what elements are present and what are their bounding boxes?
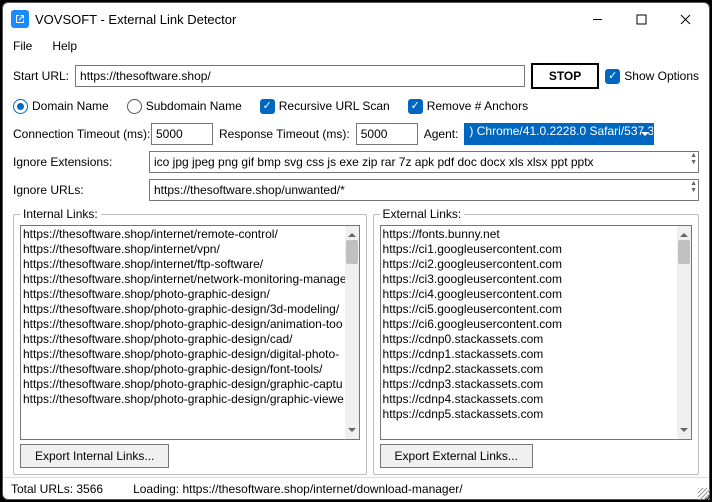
- list-item[interactable]: https://cdnp3.stackassets.com: [383, 377, 679, 392]
- list-item[interactable]: https://cdnp1.stackassets.com: [383, 347, 679, 362]
- list-item[interactable]: https://thesoftware.shop/internet/networ…: [23, 272, 347, 287]
- menu-help[interactable]: Help: [48, 37, 81, 55]
- ignore-ext-input[interactable]: [149, 151, 699, 173]
- ignore-urls-input[interactable]: [149, 179, 699, 201]
- agent-label: Agent:: [424, 127, 459, 141]
- spinner-icon[interactable]: ▲▼: [690, 180, 697, 194]
- checkbox-icon: [605, 69, 620, 84]
- stop-button[interactable]: STOP: [531, 63, 599, 89]
- remove-anchors-checkbox[interactable]: Remove # Anchors: [408, 99, 528, 114]
- list-item[interactable]: https://cdnp0.stackassets.com: [383, 332, 679, 347]
- list-item[interactable]: https://thesoftware.shop/photo-graphic-d…: [23, 362, 347, 377]
- export-internal-button[interactable]: Export Internal Links...: [20, 444, 169, 468]
- conn-timeout-input[interactable]: [151, 123, 213, 145]
- list-item[interactable]: https://ci4.googleusercontent.com: [383, 287, 679, 302]
- start-url-input[interactable]: [75, 65, 525, 87]
- maximize-button[interactable]: [619, 4, 663, 34]
- list-item[interactable]: https://ci5.googleusercontent.com: [383, 302, 679, 317]
- list-item[interactable]: https://thesoftware.shop/photo-graphic-d…: [23, 302, 347, 317]
- list-item[interactable]: https://thesoftware.shop/internet/vpn/: [23, 242, 347, 257]
- minimize-button[interactable]: [575, 4, 619, 34]
- list-item[interactable]: https://cdnp4.stackassets.com: [383, 392, 679, 407]
- start-url-label: Start URL:: [13, 69, 69, 83]
- checkbox-icon: [260, 99, 275, 114]
- menubar: File Help: [3, 35, 709, 57]
- subdomain-name-radio[interactable]: Subdomain Name: [127, 99, 242, 114]
- internal-links-title: Internal Links:: [20, 207, 101, 221]
- app-icon: [11, 10, 29, 28]
- loading-label: Loading: https://thesoftware.shop/intern…: [133, 482, 463, 496]
- list-item[interactable]: https://thesoftware.shop/photo-graphic-d…: [23, 347, 347, 362]
- list-item[interactable]: https://ci3.googleusercontent.com: [383, 272, 679, 287]
- scrollbar-vertical[interactable]: [345, 226, 359, 439]
- list-item[interactable]: https://ci2.googleusercontent.com: [383, 257, 679, 272]
- menu-file[interactable]: File: [9, 37, 36, 55]
- ignore-ext-label: Ignore Extensions:: [13, 155, 143, 169]
- domain-name-radio[interactable]: Domain Name: [13, 99, 109, 114]
- list-item[interactable]: https://thesoftware.shop/photo-graphic-d…: [23, 287, 347, 302]
- list-item[interactable]: https://thesoftware.shop/internet/ftp-so…: [23, 257, 347, 272]
- radio-icon: [13, 99, 28, 114]
- list-item[interactable]: https://ci6.googleusercontent.com: [383, 317, 679, 332]
- internal-links-list[interactable]: https://thesoftware.shop/internet/remote…: [20, 225, 360, 440]
- external-links-panel: External Links: https://fonts.bunny.neth…: [373, 207, 699, 475]
- list-item[interactable]: https://thesoftware.shop/photo-graphic-d…: [23, 317, 347, 332]
- list-item[interactable]: https://thesoftware.shop/photo-graphic-d…: [23, 392, 347, 407]
- export-external-button[interactable]: Export External Links...: [380, 444, 533, 468]
- agent-select[interactable]: ) Chrome/41.0.2228.0 Safari/537.36: [464, 123, 654, 145]
- total-urls-label: Total URLs: 3566: [11, 482, 103, 496]
- list-item[interactable]: https://ci1.googleusercontent.com: [383, 242, 679, 257]
- external-links-list[interactable]: https://fonts.bunny.nethttps://ci1.googl…: [380, 225, 692, 440]
- show-options-label: Show Options: [624, 69, 699, 83]
- statusbar: Total URLs: 3566 Loading: https://thesof…: [3, 477, 709, 499]
- show-options-checkbox[interactable]: Show Options: [605, 69, 699, 84]
- window-title: VOVSOFT - External Link Detector: [35, 12, 575, 27]
- external-links-title: External Links:: [380, 207, 465, 221]
- conn-timeout-label: Connection Timeout (ms):: [13, 127, 145, 141]
- resp-timeout-input[interactable]: [356, 123, 418, 145]
- list-item[interactable]: https://cdnp2.stackassets.com: [383, 362, 679, 377]
- ignore-urls-label: Ignore URLs:: [13, 183, 143, 197]
- recursive-scan-checkbox[interactable]: Recursive URL Scan: [260, 99, 390, 114]
- resp-timeout-label: Response Timeout (ms):: [219, 127, 350, 141]
- spinner-icon[interactable]: ▲▼: [690, 152, 697, 166]
- app-window: VOVSOFT - External Link Detector File He…: [2, 2, 710, 500]
- internal-links-panel: Internal Links: https://thesoftware.shop…: [13, 207, 367, 475]
- scrollbar-vertical[interactable]: [677, 226, 691, 439]
- titlebar: VOVSOFT - External Link Detector: [3, 3, 709, 35]
- resize-grip-icon[interactable]: [698, 488, 710, 500]
- checkbox-icon: [408, 99, 423, 114]
- list-item[interactable]: https://thesoftware.shop/photo-graphic-d…: [23, 377, 347, 392]
- list-item[interactable]: https://thesoftware.shop/photo-graphic-d…: [23, 332, 347, 347]
- close-button[interactable]: [663, 4, 707, 34]
- list-item[interactable]: https://thesoftware.shop/internet/remote…: [23, 227, 347, 242]
- list-item[interactable]: https://cdnp5.stackassets.com: [383, 407, 679, 422]
- radio-icon: [127, 99, 142, 114]
- list-item[interactable]: https://fonts.bunny.net: [383, 227, 679, 242]
